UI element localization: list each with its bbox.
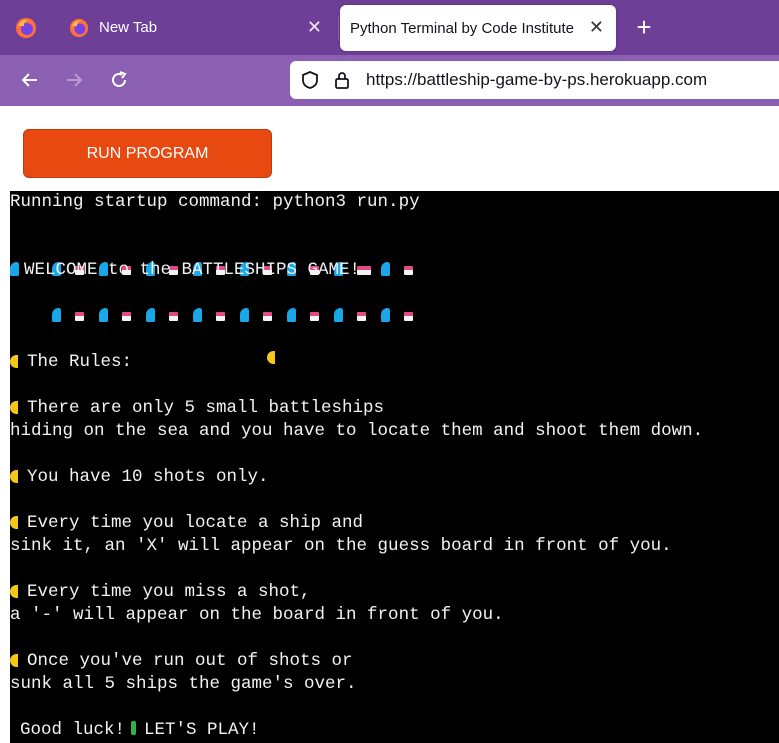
rules-heading-line: The Rules:: [10, 351, 284, 374]
ship-icon: [216, 312, 226, 321]
rule-text: There are only 5 small battleships: [27, 398, 385, 418]
lock-icon[interactable]: [332, 70, 352, 90]
wave-icon: [381, 308, 391, 322]
rule-text: Every time you miss a shot,: [27, 582, 311, 602]
forward-button[interactable]: [59, 65, 89, 95]
crescent-moon-icon: [10, 585, 18, 598]
good-luck-text: Good luck!: [20, 720, 126, 740]
wave-icon: [334, 308, 344, 322]
wave-icon: [52, 308, 62, 322]
ship-icon: [404, 266, 414, 275]
ship-icon: [310, 312, 320, 321]
wave-icon: [10, 262, 19, 276]
banner-top-border: [10, 236, 428, 276]
tab-label: Python Terminal by Code Institute: [350, 19, 575, 37]
rule-line: hiding on the sea and you have to locate…: [10, 421, 704, 441]
ship-icon: [263, 312, 273, 321]
url-text: https://battleship-game-by-ps.herokuapp.…: [366, 70, 708, 89]
ship-icon: [404, 312, 414, 321]
url-bar[interactable]: https://battleship-game-by-ps.herokuapp.…: [290, 61, 779, 99]
ship-icon: [169, 312, 179, 321]
reload-icon: [112, 71, 127, 87]
crescent-moon-icon: [10, 470, 18, 483]
firefox-icon: [16, 17, 36, 38]
back-arrow-icon: [21, 73, 37, 87]
wave-icon: [99, 308, 109, 322]
rule-line: Once you've run out of shots or: [10, 650, 353, 673]
tab-divider: [338, 16, 339, 40]
tab-label: New Tab: [99, 19, 158, 36]
wave-icon: [193, 308, 203, 322]
wave-icon: [287, 308, 297, 322]
four-leaf-clover-icon: [131, 721, 137, 735]
tab-strip: New Tab ✕ Python Terminal by Code Instit…: [0, 0, 779, 55]
back-button[interactable]: [15, 65, 45, 95]
crescent-moon-icon: [267, 351, 276, 364]
rule-line: You have 10 shots only.: [10, 466, 269, 489]
banner-welcome-line: WELCOME to the BATTLESHIPS GAME!: [10, 259, 386, 282]
tab-python-terminal[interactable]: Python Terminal by Code Institute ✕: [340, 5, 616, 51]
navigation-bar: https://battleship-game-by-ps.herokuapp.…: [0, 55, 779, 106]
banner-bottom-border: [10, 282, 428, 322]
rule-line: a '-' will appear on the board in front …: [10, 605, 504, 625]
run-program-button[interactable]: RUN PROGRAM: [23, 129, 272, 178]
wave-icon: [240, 308, 250, 322]
ship-icon: [362, 266, 372, 275]
rules-heading: The Rules:: [27, 352, 133, 372]
ship-icon: [75, 312, 85, 321]
welcome-text: WELCOME to the BATTLESHIPS GAME!: [24, 260, 361, 280]
firefox-view-button[interactable]: [0, 0, 52, 55]
new-tab-button[interactable]: +: [630, 13, 658, 41]
reload-button[interactable]: [104, 65, 134, 95]
startup-line: Running startup command: python3 run.py: [10, 192, 420, 212]
rule-line: Every time you miss a shot,: [10, 581, 311, 604]
terminal[interactable]: Running startup command: python3 run.py …: [10, 191, 779, 743]
crescent-moon-icon: [10, 401, 18, 414]
ship-icon: [357, 312, 367, 321]
rule-line: Every time you locate a ship and: [10, 512, 363, 535]
good-luck-line: Good luck! LET'S PLAY!: [20, 719, 260, 742]
shield-icon[interactable]: [300, 70, 320, 90]
rule-line: sink it, an 'X' will appear on the guess…: [10, 536, 672, 556]
plus-icon: +: [636, 12, 652, 42]
close-icon[interactable]: ✕: [589, 17, 604, 38]
lets-play-text: LET'S PLAY!: [144, 720, 260, 740]
rule-line: There are only 5 small battleships: [10, 397, 384, 420]
rule-text: Once you've run out of shots or: [27, 651, 353, 671]
ship-icon: [122, 312, 132, 321]
rule-text: Every time you locate a ship and: [27, 513, 364, 533]
crescent-moon-icon: [10, 654, 18, 667]
crescent-moon-icon: [10, 516, 18, 529]
rule-line: sunk all 5 ships the game's over.: [10, 674, 357, 694]
firefox-icon: [69, 18, 89, 37]
tab-new-tab[interactable]: New Tab ✕: [52, 0, 338, 55]
wave-icon: [146, 308, 156, 322]
close-icon[interactable]: ✕: [307, 17, 322, 38]
forward-arrow-icon: [67, 73, 83, 87]
crescent-moon-icon: [10, 355, 18, 368]
rule-text: You have 10 shots only.: [27, 467, 269, 487]
